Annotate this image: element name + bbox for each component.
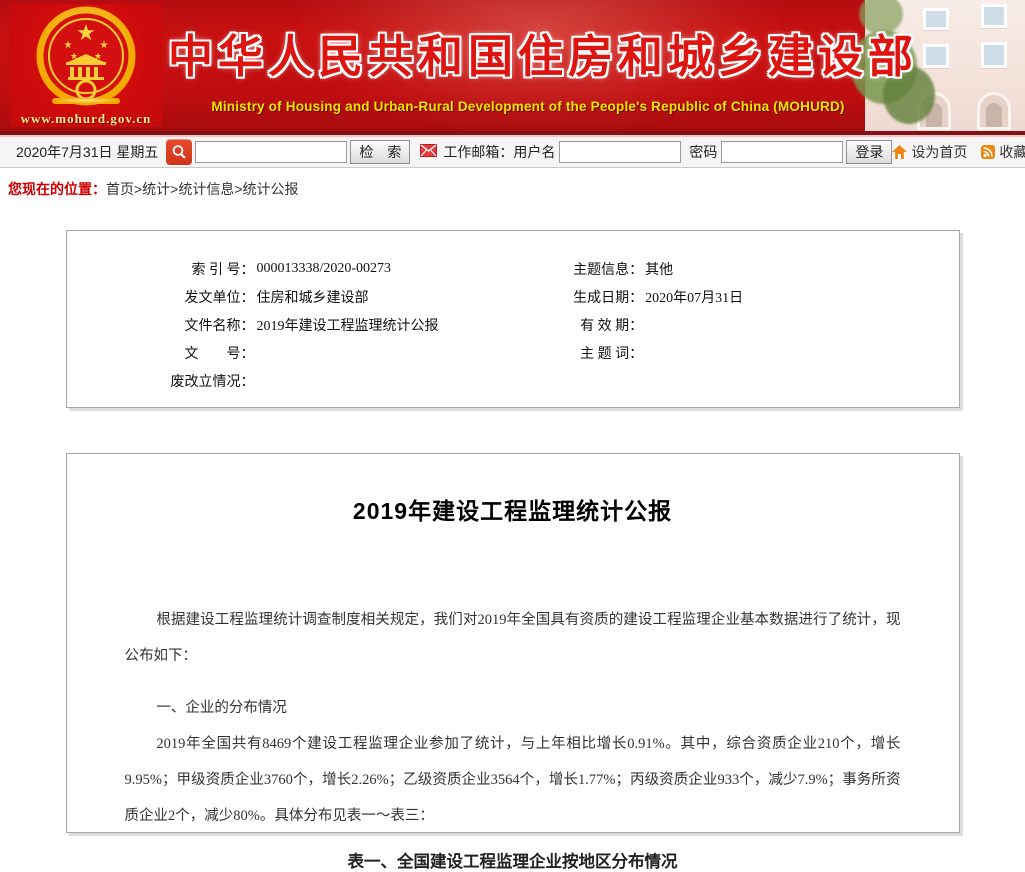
article-title: 2019年建设工程监理统计公报: [125, 492, 901, 526]
top-toolbar: 2020年7月31日 星期五 检 索 工作邮箱：用户名 密码 登录 设为首页: [0, 137, 1025, 168]
set-homepage-link[interactable]: 设为首页: [892, 142, 967, 162]
info-row-index-number: 索 引 号： 000013338/2020-00273: [67, 255, 558, 283]
table-1-caption: 表一、全国建设工程监理企业按地区分布情况: [125, 848, 901, 872]
info-row-generated-date: 生成日期： 2020年07月31日: [557, 283, 958, 311]
national-emblem-icon: ★ ★ ★ ★ ★: [32, 6, 140, 110]
breadcrumb: 您现在的位置：首页>统计>统计信息>统计公报: [0, 168, 1025, 199]
info-row-keywords: 主 题 词：: [557, 339, 958, 367]
section-1-heading: 一、企业的分布情况: [125, 690, 901, 726]
info-row-document-number: 文 号：: [67, 339, 558, 367]
svg-text:★: ★: [76, 21, 96, 46]
info-row-issuing-unit: 发文单位： 住房和城乡建设部: [67, 283, 558, 311]
info-row-validity: 有 效 期：: [557, 311, 958, 339]
article-panel: 2019年建设工程监理统计公报 根据建设工程监理统计调查制度相关规定，我们对20…: [66, 453, 960, 833]
national-emblem: ★ ★ ★ ★ ★ www.mohurd.gov.cn: [10, 4, 162, 127]
site-url: www.mohurd.gov.cn: [10, 111, 162, 127]
ministry-title-en: Ministry of Housing and Urban-Rural Deve…: [168, 99, 888, 114]
info-row-topic-info: 主题信息： 其他: [557, 255, 958, 283]
favorite-site-link[interactable]: 收藏本站: [981, 142, 1025, 162]
home-icon: [892, 145, 907, 159]
info-row-document-name: 文件名称： 2019年建设工程监理统计公报: [67, 311, 558, 339]
info-row-repeal-status: 废改立情况：: [67, 367, 558, 395]
article-intro-paragraph: 根据建设工程监理统计调查制度相关规定，我们对2019年全国具有资质的建设工程监理…: [125, 602, 901, 674]
login-button[interactable]: 登录: [846, 140, 892, 164]
search-button[interactable]: 检 索: [350, 140, 410, 164]
rss-icon: [981, 145, 995, 159]
document-info-box: 索 引 号： 000013338/2020-00273 主题信息： 其他 发文单…: [66, 230, 960, 408]
password-label: 密码: [689, 142, 717, 162]
article-stats-paragraph: 2019年全国共有8469个建设工程监理企业参加了统计，与上年相比增长0.91%…: [125, 726, 901, 834]
password-input[interactable]: [721, 141, 843, 163]
search-input[interactable]: [195, 141, 347, 163]
breadcrumb-trail[interactable]: 首页>统计>统计信息>统计公报: [106, 181, 299, 197]
search-icon[interactable]: [166, 139, 192, 165]
ministry-title-cn: 中华人民共和国住房和城乡建设部: [168, 20, 888, 85]
current-date: 2020年7月31日 星期五: [16, 142, 158, 162]
mail-icon: [420, 144, 437, 160]
info-row-empty: [557, 367, 958, 395]
mail-username-label: 工作邮箱：用户名: [443, 142, 555, 162]
svg-text:★: ★: [100, 40, 109, 51]
svg-text:★: ★: [64, 40, 73, 51]
username-input[interactable]: [559, 141, 681, 163]
site-banner: ★ ★ ★ ★ ★ www.mohurd.gov.cn 中华人民共和国住房和城乡…: [0, 0, 1025, 131]
breadcrumb-label: 您现在的位置：: [8, 181, 106, 197]
